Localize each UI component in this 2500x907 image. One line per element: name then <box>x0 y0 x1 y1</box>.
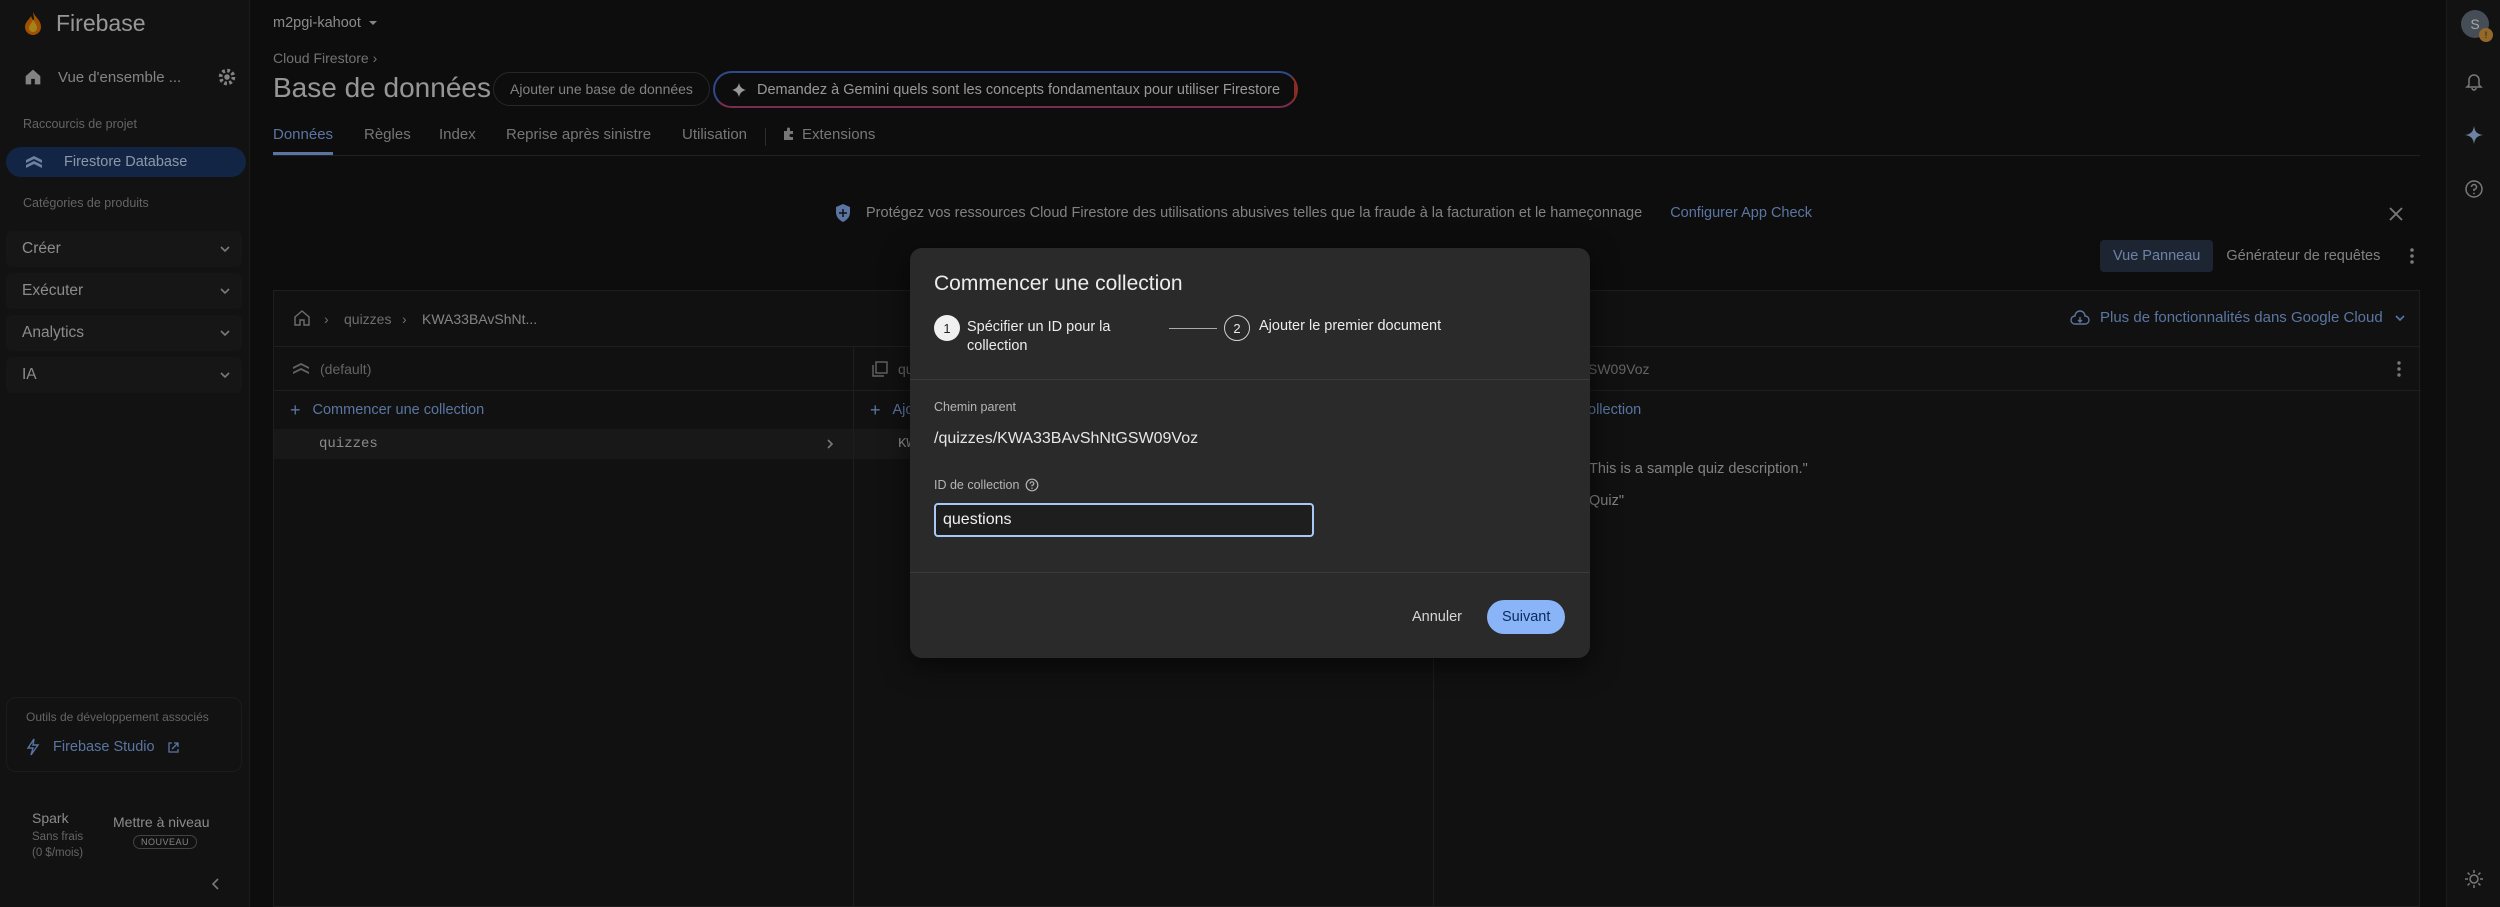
step-1-label: Spécifier un ID pour la collection <box>967 319 1111 354</box>
parent-path-label: Chemin parent <box>934 400 1016 414</box>
collection-id-input[interactable] <box>934 503 1314 537</box>
divider <box>910 379 1590 380</box>
start-collection-dialog: Commencer une collection 1 Spécifier un … <box>910 248 1590 658</box>
next-button[interactable]: Suivant <box>1487 600 1566 634</box>
step-connector <box>1169 328 1217 329</box>
help-icon[interactable] <box>1025 478 1039 492</box>
step-2-number: 2 <box>1224 315 1250 341</box>
collection-id-label: ID de collection <box>934 478 1039 492</box>
parent-path-value: /quizzes/KWA33BAvShNtGSW09Voz <box>934 430 1199 447</box>
dialog-title: Commencer une collection <box>934 272 1183 295</box>
cancel-button[interactable]: Annuler <box>1400 600 1474 634</box>
stepper: 1 Spécifier un ID pour la collection 2 A… <box>934 315 1574 361</box>
app-root: Firebase Vue d'ensemble ... Raccourcis d… <box>0 0 2500 907</box>
step-2-label: Ajouter le premier document <box>1259 318 1442 334</box>
step-1-number: 1 <box>934 315 960 341</box>
collection-id-label-text: ID de collection <box>934 478 1020 492</box>
divider <box>910 572 1590 573</box>
